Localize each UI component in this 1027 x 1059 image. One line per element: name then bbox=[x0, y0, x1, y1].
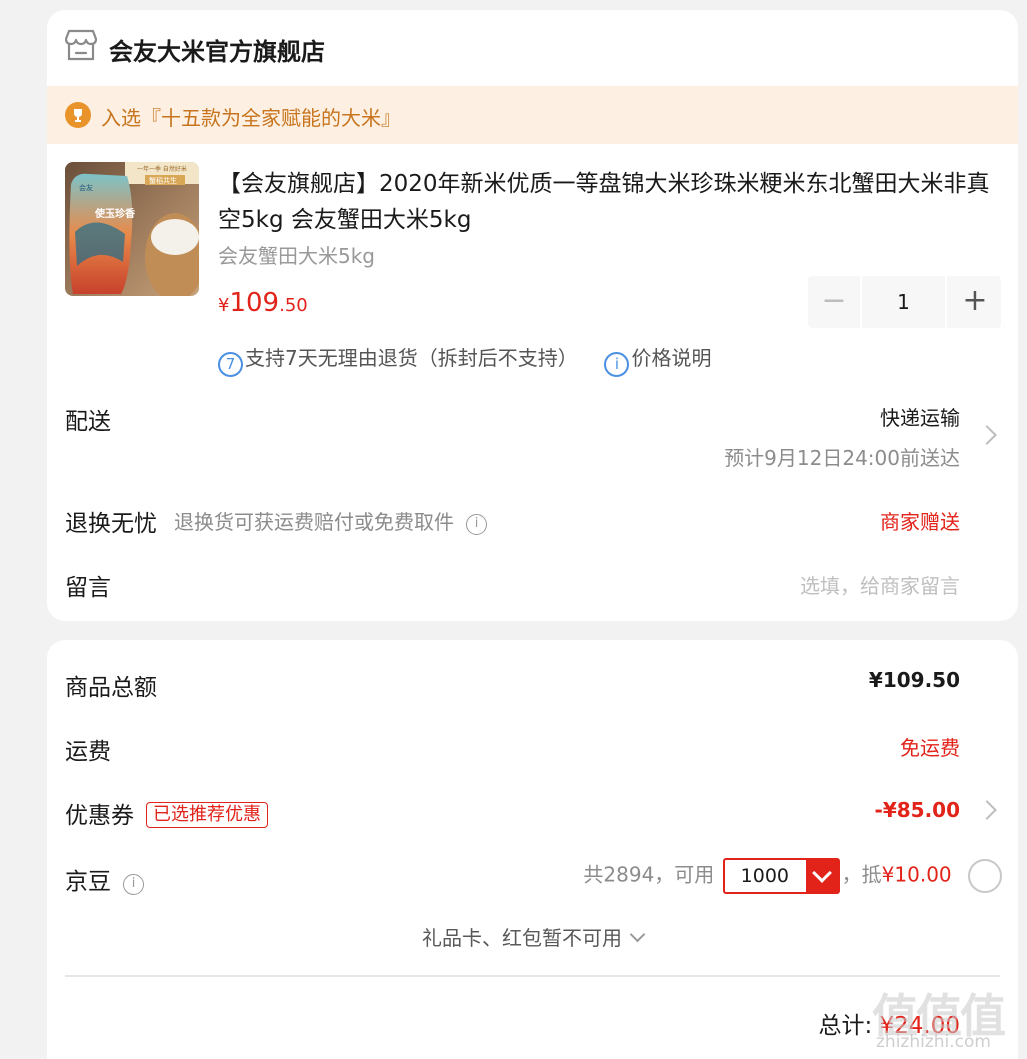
price-symbol: ¥ bbox=[218, 295, 230, 316]
giftcard-toggle[interactable]: 礼品卡、红包暂不可用 bbox=[47, 922, 1018, 951]
product-spec: 会友蟹田大米5kg bbox=[218, 244, 376, 268]
total-label: 总计: bbox=[818, 1013, 873, 1039]
beans-select-value: 1000 bbox=[740, 865, 790, 887]
return-worry-desc: 退换货可获运费赔付或免费取件 i bbox=[174, 506, 487, 535]
increase-button[interactable]: + bbox=[949, 276, 1001, 328]
shop-card: 会友大米官方旗舰店 入选『十五款为全家赋能的大米』 一年一季 自然好米 蟹稻共生 bbox=[47, 10, 1018, 621]
beans-controls: 共2894，可用 1000 ，抵¥10.00 bbox=[583, 858, 1002, 894]
coupon-tag: 已选推荐优惠 bbox=[146, 802, 268, 828]
beans-deduct-prefix: ，抵 bbox=[841, 862, 882, 887]
shop-name[interactable]: 会友大米官方旗舰店 bbox=[109, 32, 325, 67]
return-worry-label: 退换无忧 bbox=[65, 511, 157, 537]
image-tagline: 一年一季 自然好米 bbox=[137, 165, 187, 173]
delivery-eta[interactable]: 预计9月12日24:00前送达 bbox=[724, 442, 960, 471]
quantity-stepper: − 1 + bbox=[808, 276, 1001, 328]
beans-radio[interactable] bbox=[968, 859, 1002, 893]
info-icon[interactable]: i bbox=[123, 874, 144, 895]
coupon-row[interactable]: 优惠券 已选推荐优惠 bbox=[65, 796, 268, 830]
delivery-method[interactable]: 快递运输 bbox=[880, 402, 960, 431]
goods-total-value: ¥109.50 bbox=[868, 668, 960, 692]
return-policy-text[interactable]: 支持7天无理由退货（拆封后不支持） bbox=[245, 346, 578, 370]
chevron-down-icon[interactable] bbox=[805, 860, 838, 892]
chevron-right-icon[interactable] bbox=[977, 800, 997, 820]
image-logo: 会友 bbox=[79, 183, 93, 192]
beans-row: 京豆 i bbox=[65, 862, 144, 896]
price-explain-link[interactable]: 价格说明 bbox=[631, 346, 711, 370]
product-price: ¥109.50 bbox=[218, 288, 308, 318]
coupon-label: 优惠券 bbox=[65, 803, 134, 829]
promo-text: 入选『十五款为全家赋能的大米』 bbox=[101, 106, 401, 130]
beans-available: 共2894，可用 bbox=[583, 862, 715, 887]
goods-total-label: 商品总额 bbox=[65, 675, 157, 701]
coupon-value[interactable]: -¥85.00 bbox=[875, 798, 960, 822]
shop-header[interactable]: 会友大米官方旗舰店 bbox=[47, 10, 1018, 86]
beans-deduct-value: ¥10.00 bbox=[881, 862, 952, 887]
price-decimal: .50 bbox=[279, 295, 308, 316]
store-icon bbox=[65, 29, 97, 61]
product-image[interactable]: 一年一季 自然好米 蟹稻共生 会友 使玉珍香 bbox=[65, 162, 199, 296]
return-worry-desc-text: 退换货可获运费赔付或免费取件 bbox=[174, 510, 454, 534]
price-integer: 109 bbox=[229, 288, 280, 318]
service-info: 7 支持7天无理由退货（拆封后不支持） i 价格说明 bbox=[218, 342, 711, 377]
return-worry-value: 商家赠送 bbox=[880, 510, 960, 534]
stepper-divider bbox=[945, 276, 947, 328]
watermark: 值值值 zhizhizhi.com bbox=[872, 980, 1022, 1056]
shipping-label: 运费 bbox=[65, 739, 111, 765]
decrease-button[interactable]: − bbox=[808, 276, 860, 328]
product-title[interactable]: 【会友旗舰店】2020年新米优质一等盘锦大米珍珠米粳米东北蟹田大米非真空5kg … bbox=[218, 166, 998, 238]
divider bbox=[65, 975, 1000, 977]
delivery-label: 配送 bbox=[65, 409, 111, 435]
beans-label: 京豆 bbox=[65, 869, 111, 895]
chevron-right-icon[interactable] bbox=[977, 425, 997, 445]
quantity-value[interactable]: 1 bbox=[862, 276, 945, 328]
info-icon[interactable]: i bbox=[466, 514, 487, 535]
message-input[interactable]: 选填，给商家留言 bbox=[800, 570, 960, 599]
trophy-icon bbox=[65, 102, 91, 128]
image-banner: 蟹稻共生 bbox=[149, 176, 177, 185]
giftcard-text: 礼品卡、红包暂不可用 bbox=[422, 926, 622, 950]
beans-select[interactable]: 1000 bbox=[722, 858, 840, 894]
return-7day-icon: 7 bbox=[218, 352, 243, 377]
shipping-value: 免运费 bbox=[900, 736, 960, 760]
message-label: 留言 bbox=[65, 575, 111, 601]
watermark-url: zhizhizhi.com bbox=[876, 1032, 991, 1052]
image-brand: 使玉珍香 bbox=[94, 207, 135, 220]
chevron-down-icon bbox=[629, 926, 646, 943]
promo-banner[interactable]: 入选『十五款为全家赋能的大米』 bbox=[47, 86, 1018, 144]
info-icon: i bbox=[604, 352, 630, 377]
